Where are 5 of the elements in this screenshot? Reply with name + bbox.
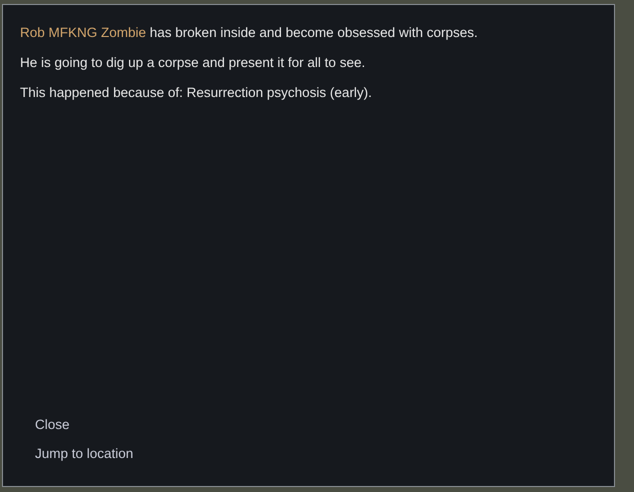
- message-text: Rob MFKNG Zombie has broken inside and become obsessed with corpses.: [20, 25, 479, 41]
- message-text: This happened because of: Resurrection psychosis (early).: [20, 85, 373, 101]
- dialog-option[interactable]: Close: [35, 416, 70, 434]
- message-text: He is going to dig up a corpse and present it for all to see.: [20, 55, 366, 71]
- dialog-option[interactable]: Jump to location: [35, 445, 134, 463]
